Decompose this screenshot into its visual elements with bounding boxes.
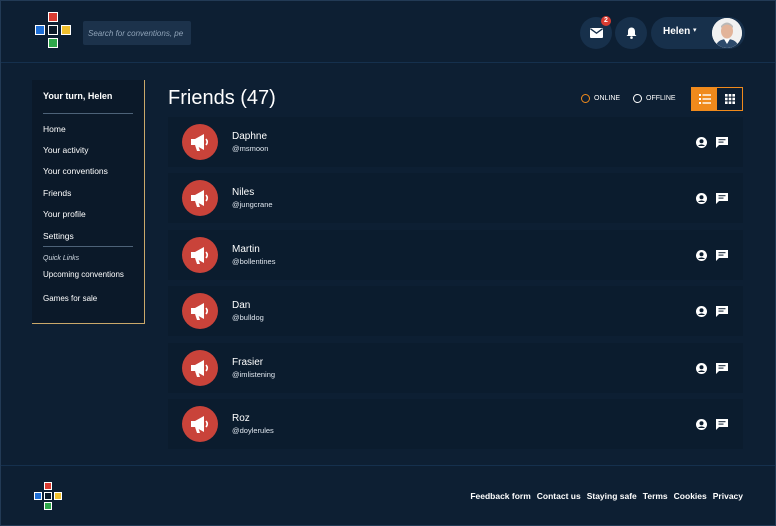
radio-offline[interactable] xyxy=(633,94,642,103)
friend-handle: @bulldog xyxy=(232,313,264,322)
chevron-down-icon: ▾ xyxy=(693,27,697,34)
message-icon[interactable] xyxy=(716,305,728,317)
search-input[interactable] xyxy=(83,21,191,45)
megaphone-icon xyxy=(182,237,218,273)
list-view-icon xyxy=(698,94,711,104)
megaphone-icon xyxy=(182,350,218,386)
friend-row[interactable]: Martin @bollentines xyxy=(168,230,743,280)
footer-link-feedback-form[interactable]: Feedback form xyxy=(470,491,530,501)
friend-row[interactable]: Daphne @msmoon xyxy=(168,117,743,167)
sidebar-item-friends[interactable]: Friends xyxy=(43,188,71,198)
message-icon[interactable] xyxy=(716,249,728,261)
friend-row[interactable]: Niles @jungcrane xyxy=(168,173,743,223)
view-toggle xyxy=(691,87,743,111)
friend-handle: @jungcrane xyxy=(232,200,273,209)
user-name: Helen xyxy=(663,26,691,37)
mail-icon xyxy=(589,28,603,38)
list-view-button[interactable] xyxy=(692,88,717,110)
footer-logo[interactable] xyxy=(34,482,64,512)
user-menu[interactable]: Helen ▾ xyxy=(651,17,745,49)
message-icon[interactable] xyxy=(716,192,728,204)
mail-button[interactable]: 2 xyxy=(580,16,612,49)
header: 2 Helen ▾ xyxy=(1,1,775,63)
message-icon[interactable] xyxy=(716,362,728,374)
filter-online-label: ONLINE xyxy=(594,95,621,102)
message-icon[interactable] xyxy=(716,136,728,148)
profile-icon[interactable] xyxy=(695,192,707,204)
friend-handle: @bollentines xyxy=(232,257,276,266)
message-icon[interactable] xyxy=(716,418,728,430)
divider xyxy=(43,113,133,114)
quick-link-upcoming-conventions[interactable]: Upcoming conventions xyxy=(43,270,124,279)
quick-links-label: Quick Links xyxy=(43,255,80,262)
footer-link-contact-us[interactable]: Contact us xyxy=(537,491,581,501)
profile-icon[interactable] xyxy=(695,136,707,148)
sidebar-item-your-conventions[interactable]: Your conventions xyxy=(43,166,108,176)
footer-link-cookies[interactable]: Cookies xyxy=(674,491,707,501)
friend-row[interactable]: Roz @doylerules xyxy=(168,399,743,449)
profile-icon[interactable] xyxy=(695,249,707,261)
friend-name: Niles xyxy=(232,187,255,198)
sidebar-title: Your turn, Helen xyxy=(43,91,113,101)
divider xyxy=(43,246,133,247)
sidebar: Your turn, Helen Home Your activity Your… xyxy=(32,80,145,324)
filter-online[interactable]: ONLINE xyxy=(581,94,620,103)
profile-icon[interactable] xyxy=(695,418,707,430)
quick-link-games-for-sale[interactable]: Games for sale xyxy=(43,294,97,303)
mail-badge: 2 xyxy=(601,16,611,26)
grid-view-icon xyxy=(724,94,735,104)
notifications-button[interactable] xyxy=(615,17,647,49)
footer-link-terms[interactable]: Terms xyxy=(643,491,668,501)
friend-row[interactable]: Dan @bulldog xyxy=(168,286,743,336)
megaphone-icon xyxy=(182,293,218,329)
sidebar-item-your-activity[interactable]: Your activity xyxy=(43,145,89,155)
friend-name: Dan xyxy=(232,300,251,311)
friend-name: Daphne xyxy=(232,131,268,142)
filter-offline-label: OFFLINE xyxy=(646,95,676,102)
megaphone-icon xyxy=(182,406,218,442)
grid-view-button[interactable] xyxy=(717,88,742,110)
friend-handle: @msmoon xyxy=(232,144,269,153)
friend-handle: @imlistening xyxy=(232,370,276,379)
megaphone-icon xyxy=(182,180,218,216)
footer-link-privacy[interactable]: Privacy xyxy=(713,491,743,501)
radio-online[interactable] xyxy=(581,94,590,103)
filter-offline[interactable]: OFFLINE xyxy=(633,94,676,103)
bell-icon xyxy=(626,27,636,39)
sidebar-item-home[interactable]: Home xyxy=(43,124,66,134)
brand-logo[interactable] xyxy=(35,12,75,52)
avatar xyxy=(712,18,742,48)
search-box xyxy=(83,21,191,45)
friend-name: Frasier xyxy=(232,357,264,368)
friend-handle: @doylerules xyxy=(232,426,274,435)
footer: Feedback form Contact us Staying safe Te… xyxy=(1,465,775,525)
sidebar-item-settings[interactable]: Settings xyxy=(43,231,74,241)
profile-icon[interactable] xyxy=(695,305,707,317)
footer-link-staying-safe[interactable]: Staying safe xyxy=(587,491,637,501)
friend-name: Martin xyxy=(232,244,260,255)
friend-row[interactable]: Frasier @imlistening xyxy=(168,343,743,393)
page-title: Friends (47) xyxy=(168,87,276,109)
sidebar-item-your-profile[interactable]: Your profile xyxy=(43,209,86,219)
megaphone-icon xyxy=(182,124,218,160)
footer-links: Feedback form Contact us Staying safe Te… xyxy=(470,491,743,501)
profile-icon[interactable] xyxy=(695,362,707,374)
friend-name: Roz xyxy=(232,413,250,424)
